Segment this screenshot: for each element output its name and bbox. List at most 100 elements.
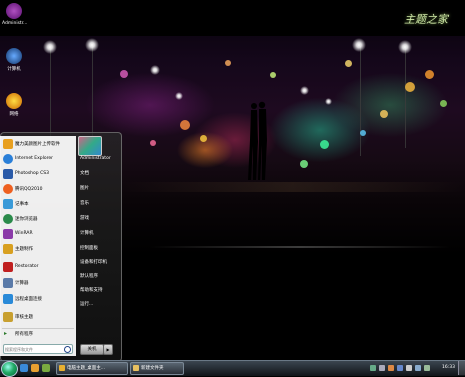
start-search-box[interactable] — [3, 344, 73, 354]
program-label: 腾讯QQ2010 — [15, 187, 43, 192]
bokeh-dot — [425, 70, 434, 79]
program-item[interactable]: Internet Explorer — [2, 154, 74, 166]
shutdown-options-button[interactable]: ▶ — [103, 344, 113, 355]
program-item[interactable]: 主题制作 — [2, 244, 74, 256]
shutdown-button[interactable]: 关机 — [80, 344, 104, 355]
quick-launch-folder-icon[interactable] — [31, 364, 39, 372]
program-item[interactable]: Photoshop CS3 — [2, 169, 74, 181]
street-light — [150, 65, 160, 75]
tray-flag-icon[interactable] — [424, 365, 430, 371]
program-label: 迷你浏览器 — [15, 217, 38, 222]
remote-desktop-icon — [3, 294, 13, 304]
desktop-icon-label: Administr... — [2, 21, 28, 26]
bokeh-dot — [345, 60, 352, 67]
desktop-icon-label: 网络 — [9, 112, 19, 117]
quick-launch-browser-icon[interactable] — [20, 364, 28, 372]
program-label: Photoshop CS3 — [15, 171, 49, 176]
places-item-pictures[interactable]: 图片 — [80, 185, 89, 191]
bokeh-dot — [405, 82, 415, 92]
bokeh-dot — [360, 130, 366, 136]
places-item-games[interactable]: 游戏 — [80, 215, 89, 221]
lamp-pole — [92, 46, 93, 146]
bokeh-dot — [440, 100, 447, 107]
program-item[interactable]: Restorator — [2, 262, 74, 274]
tray-qq-icon[interactable] — [388, 365, 394, 371]
taskbar-clock[interactable]: 16:33 — [442, 365, 455, 370]
program-label: 审核主题 — [15, 315, 33, 320]
system-tray — [370, 362, 436, 373]
internet-explorer-icon — [3, 154, 13, 164]
bokeh-dot — [150, 140, 156, 146]
desktop-icon-network[interactable]: 网络 — [2, 93, 26, 117]
photoshop-icon — [3, 169, 13, 179]
winrar-icon — [3, 229, 13, 239]
street-light — [175, 92, 183, 100]
places-item-music[interactable]: 音乐 — [80, 200, 89, 206]
search-icon — [64, 346, 71, 353]
program-item[interactable]: 腾讯QQ2010 — [2, 184, 74, 196]
places-item-documents[interactable]: 文档 — [80, 170, 89, 176]
user-avatar[interactable] — [78, 136, 102, 156]
street-light — [325, 98, 332, 105]
quick-launch-media-icon[interactable] — [42, 364, 50, 372]
search-input[interactable] — [5, 345, 61, 353]
taskbar-button[interactable]: 电脑主题_桌面主... — [56, 362, 128, 375]
program-label: 主题制作 — [15, 247, 33, 252]
bokeh-dot — [120, 70, 128, 78]
street-light — [85, 38, 99, 52]
computer-icon — [6, 48, 22, 64]
program-label: 计算器 — [15, 281, 29, 286]
user-folder-icon — [6, 3, 22, 19]
street-light — [43, 40, 57, 54]
program-label: 魔力美颜图片上传软件 — [15, 142, 60, 147]
wallpaper-top-band — [0, 0, 465, 36]
arrow-right-icon: ▸ — [4, 330, 8, 337]
program-item[interactable]: 魔力美颜图片上传软件 — [2, 139, 74, 151]
places-item-computer[interactable]: 计算机 — [80, 230, 94, 236]
user-name-item[interactable]: Administrator — [80, 156, 111, 161]
wallpaper-reflection — [150, 246, 450, 248]
bokeh-dot — [300, 160, 308, 168]
lamp-pole — [360, 46, 361, 156]
places-item-default-programs[interactable]: 默认程序 — [80, 273, 98, 279]
desktop-icon-label: 计算机 — [7, 67, 21, 72]
network-icon — [6, 93, 22, 109]
places-item-devices-printers[interactable]: 设备和打印机 — [80, 259, 107, 265]
lamp-pole — [405, 48, 406, 148]
program-label: Internet Explorer — [15, 156, 54, 161]
tray-volume-icon[interactable] — [406, 365, 412, 371]
program-item[interactable]: 迷你浏览器 — [2, 214, 74, 226]
taskbar-button-label: 新建文件夹 — [141, 366, 164, 371]
program-item[interactable]: WinRAR — [2, 229, 74, 241]
bokeh-dot — [380, 110, 388, 118]
wallpaper-road-glow — [120, 182, 465, 192]
program-label: 记事本 — [15, 202, 29, 207]
browser-window-icon — [59, 365, 65, 371]
program-label: WinRAR — [15, 231, 33, 236]
program-item[interactable]: 记事本 — [2, 199, 74, 211]
taskbar-button[interactable]: 新建文件夹 — [130, 362, 184, 375]
tray-keyboard-icon[interactable] — [379, 365, 385, 371]
desktop-icon-computer[interactable]: 计算机 — [2, 48, 26, 72]
street-light — [352, 38, 366, 52]
restorator-icon — [3, 262, 13, 272]
show-desktop-button[interactable] — [458, 361, 465, 375]
desktop-icon-administrator[interactable]: Administr... — [2, 3, 28, 26]
program-label: 远程桌面连接 — [15, 297, 42, 302]
review-theme-icon — [3, 312, 13, 322]
tray-network-icon[interactable] — [397, 365, 403, 371]
all-programs-button[interactable]: ▸ 所有程序 — [2, 328, 74, 338]
places-item-control-panel[interactable]: 控制面板 — [80, 245, 98, 251]
bokeh-dot — [200, 135, 207, 142]
taskbar-button-label: 电脑主题_桌面主... — [67, 366, 106, 371]
tray-language-icon[interactable] — [370, 365, 376, 371]
bokeh-dot — [320, 140, 329, 149]
places-item-run[interactable]: 运行... — [80, 301, 93, 307]
places-item-help-support[interactable]: 帮助和支持 — [80, 287, 103, 293]
program-label: Restorator — [15, 264, 39, 269]
program-item[interactable]: 审核主题 — [2, 312, 74, 324]
program-item[interactable]: 远程桌面连接 — [2, 294, 74, 306]
tray-action-center-icon[interactable] — [415, 365, 421, 371]
folder-icon — [133, 365, 139, 371]
program-item[interactable]: 计算器 — [2, 278, 74, 290]
